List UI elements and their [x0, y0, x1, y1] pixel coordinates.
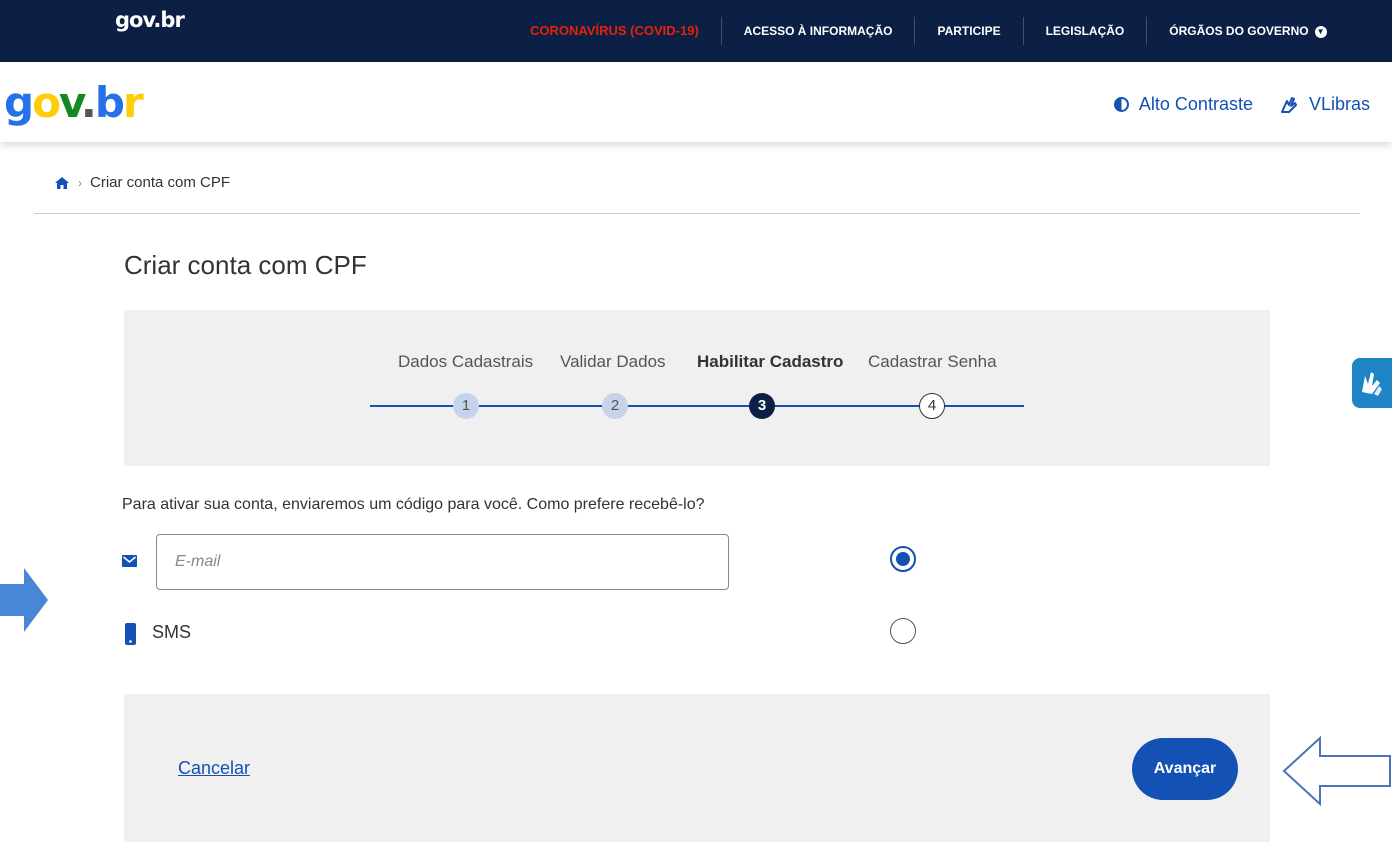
- link-participe[interactable]: PARTICIPE: [914, 17, 1022, 45]
- chevron-down-icon: ▼: [1314, 26, 1327, 38]
- step-circle-3: 3: [749, 393, 775, 419]
- link-orgaos-governo[interactable]: ÓRGÃOS DO GOVERNO ▼: [1146, 17, 1348, 45]
- breadcrumb-divider: [34, 213, 1360, 214]
- breadcrumb-current: Criar conta com CPF: [90, 174, 231, 191]
- email-input[interactable]: [156, 534, 729, 590]
- link-acesso-informacao[interactable]: ACESSO À INFORMAÇÃO: [720, 17, 915, 45]
- step-circle-4: 4: [919, 393, 945, 419]
- step-circle-1: 1: [453, 393, 479, 419]
- arrow-right-icon: [0, 568, 48, 632]
- form-actions: Cancelar Avançar: [124, 694, 1270, 842]
- delivery-question: Para ativar sua conta, enviaremos um cód…: [122, 496, 705, 513]
- alto-contraste-label: Alto Contraste: [1138, 94, 1253, 114]
- sign-language-hands-icon: [1362, 372, 1382, 396]
- step-label-4: Cadastrar Senha: [868, 352, 997, 371]
- top-links: CORONAVÍRUS (COVID-19) ACESSO À INFORMAÇ…: [508, 0, 1349, 62]
- breadcrumb: › Criar conta com CPF: [54, 174, 230, 191]
- avancar-button[interactable]: Avançar: [1132, 738, 1238, 800]
- gov-logo-small[interactable]: gov.br: [115, 8, 185, 32]
- stepper: Dados Cadastrais Validar Dados Habilitar…: [124, 310, 1270, 466]
- mobile-phone-icon: [125, 623, 136, 645]
- arrow-left-outline-icon: [1282, 736, 1391, 806]
- site-header: gov.br Alto Contraste VLibras: [0, 62, 1392, 142]
- vlibras-button[interactable]: VLibras: [1279, 94, 1370, 115]
- step-label-1: Dados Cadastrais: [398, 352, 534, 371]
- sms-label: SMS: [152, 622, 192, 642]
- step-label-3: Habilitar Cadastro: [697, 352, 844, 371]
- accessibility-tools: Alto Contraste VLibras: [1113, 94, 1370, 115]
- home-icon[interactable]: [54, 176, 70, 190]
- step-label-2: Validar Dados: [560, 352, 666, 371]
- breadcrumb-separator: ›: [78, 175, 82, 190]
- cancel-link[interactable]: Cancelar: [178, 758, 250, 779]
- vlibras-label: VLibras: [1308, 94, 1370, 114]
- contrast-icon: [1113, 97, 1129, 112]
- alto-contraste-button[interactable]: Alto Contraste: [1113, 94, 1253, 115]
- gov-br-logo[interactable]: gov.br: [4, 78, 144, 127]
- gov-top-bar: gov.br CORONAVÍRUS (COVID-19) ACESSO À I…: [0, 0, 1392, 62]
- link-covid[interactable]: CORONAVÍRUS (COVID-19): [508, 17, 721, 45]
- radio-sms[interactable]: [890, 618, 916, 644]
- envelope-icon: [122, 555, 137, 567]
- vlibras-widget[interactable]: [1352, 358, 1392, 408]
- link-legislacao[interactable]: LEGISLAÇÃO: [1022, 17, 1147, 45]
- page-title: Criar conta com CPF: [124, 250, 367, 280]
- radio-email[interactable]: [890, 546, 916, 572]
- sign-language-icon: [1280, 96, 1297, 113]
- step-circle-2: 2: [602, 393, 628, 419]
- link-orgaos-label: ÓRGÃOS DO GOVERNO: [1169, 24, 1309, 38]
